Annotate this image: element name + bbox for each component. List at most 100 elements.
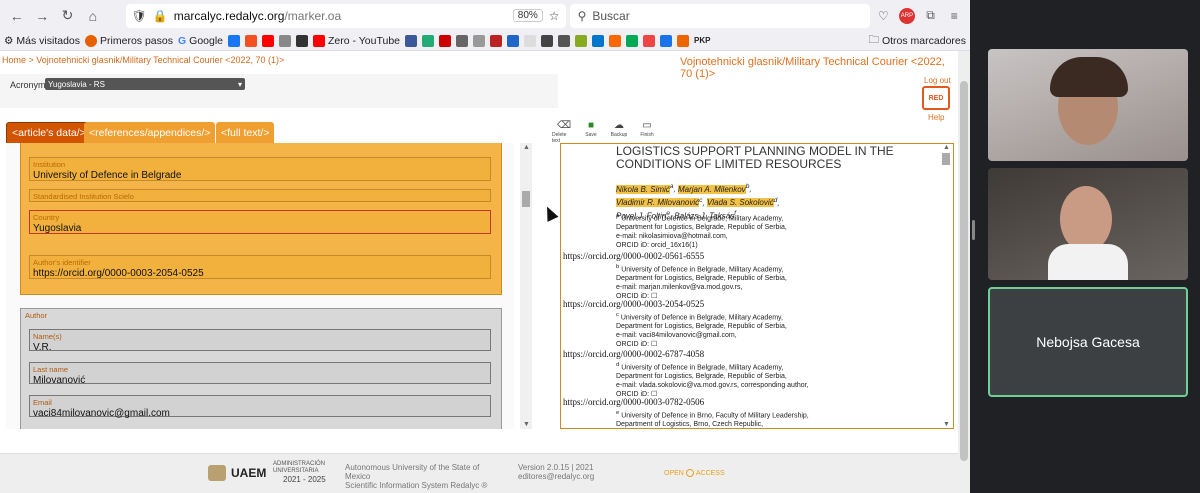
- globe-icon[interactable]: [456, 34, 469, 47]
- help-link[interactable]: Help: [928, 113, 944, 122]
- pocket-icon[interactable]: ♡: [874, 5, 894, 27]
- backup-button[interactable]: ☁ Backup: [608, 120, 630, 144]
- bookmark-icon[interactable]: [541, 34, 554, 47]
- bookmark-pkp[interactable]: PKP: [694, 36, 710, 45]
- version-info: Version 2.0.15 | 2021 editores@redalyc.or…: [518, 463, 595, 481]
- page-content: Home > Vojnotehnicki glasnik/Military Te…: [0, 51, 958, 493]
- bookmark-icon[interactable]: [473, 34, 486, 47]
- pdf-toolbar: ⌫ Delete text ■ Save ☁ Backup ▭ Finish: [552, 120, 658, 144]
- bookmark-zero-youtube[interactable]: Zero - YouTube: [313, 34, 400, 47]
- video-tile-participant-1[interactable]: [988, 49, 1188, 161]
- search-placeholder: Buscar: [592, 8, 630, 23]
- bookmark-icon[interactable]: [558, 34, 571, 47]
- open-access-icon: [685, 469, 694, 477]
- flag-icon[interactable]: [405, 34, 418, 47]
- acronym-select[interactable]: Yugoslavia - RS ▾: [45, 78, 245, 90]
- cloud-icon: ☁: [614, 120, 624, 131]
- reload-icon[interactable]: ↻: [57, 4, 78, 28]
- bookmark-icon[interactable]: [490, 34, 503, 47]
- university-name: Autonomous University of the State of Me…: [345, 463, 488, 490]
- tab-articles-data[interactable]: <article's data/>: [6, 122, 92, 144]
- youtube-icon[interactable]: [262, 34, 275, 47]
- participant-clothing: [1048, 244, 1128, 280]
- menu-icon[interactable]: ≡: [944, 5, 964, 27]
- author-lastname-field[interactable]: Last name Milovanović: [29, 362, 491, 386]
- country-field[interactable]: Country Yugoslavia: [29, 210, 491, 234]
- tab-full-text[interactable]: <full text/>: [216, 122, 275, 144]
- orcid-link[interactable]: https://orcid.org/0000-0003-2054-0525: [563, 299, 704, 309]
- back-icon[interactable]: ←: [6, 4, 27, 28]
- footer: UAEM ADMINISTRACIÓN UNIVERSITARIA 2021 - …: [0, 453, 958, 493]
- bookmark-google[interactable]: G Google: [178, 35, 223, 47]
- bookmark-icon[interactable]: [677, 34, 690, 47]
- forward-icon[interactable]: →: [31, 4, 52, 28]
- eraser-icon: ⌫: [557, 120, 572, 131]
- author-identifier-field[interactable]: Author's identifier https://orcid.org/000…: [29, 255, 491, 279]
- bookmark-primeros-pasos[interactable]: Primeros pasos: [85, 34, 173, 47]
- google-icon: G: [177, 34, 187, 47]
- star-icon[interactable]: ☆: [549, 9, 560, 23]
- acronym-bar: Acronym*: Yugoslavia - RS ▾: [0, 74, 558, 108]
- bookmark-icon[interactable]: [575, 34, 588, 47]
- shield-icon: 🛡: [131, 8, 147, 23]
- scroll-up-icon: ▲: [943, 144, 950, 151]
- institution-card: Institution University of Defence in Belg…: [20, 143, 502, 295]
- browser-window: ← → ↻ ⌂ 🛡 🔒 marcalyc.redalyc.org/marker.…: [0, 0, 970, 493]
- seal-icon: [208, 465, 226, 481]
- open-access-logo: OPEN ACCESS: [664, 469, 725, 477]
- form-scrollbar[interactable]: ▲ ▼: [520, 143, 532, 429]
- author-names-field[interactable]: Name(s) V.R.: [29, 329, 491, 353]
- scroll-down-icon: ▼: [523, 421, 530, 428]
- affiliation-e: e University of Defence in Brno, Faculty…: [616, 410, 809, 429]
- facebook-icon[interactable]: [228, 34, 241, 47]
- pdf-viewer[interactable]: LOGISTICS SUPPORT PLANNING MODEL IN THE …: [560, 143, 954, 429]
- flag-icon[interactable]: [439, 34, 452, 47]
- tab-references[interactable]: <references/appendices/>: [84, 122, 216, 144]
- chevron-down-icon: ▾: [237, 79, 242, 89]
- scroll-thumb[interactable]: [522, 191, 530, 207]
- author-email-field[interactable]: Email vaci84milovanovic@gmail.com: [29, 395, 491, 419]
- uaem-logo: UAEM: [208, 465, 266, 481]
- standardised-institution-field[interactable]: Standardised Institution Scielo: [29, 189, 491, 202]
- bookmark-icon[interactable]: [660, 34, 673, 47]
- bookmark-icon[interactable]: [507, 34, 520, 47]
- video-tile-participant-2[interactable]: [988, 168, 1188, 280]
- bookmark-icon[interactable]: [643, 34, 656, 47]
- save-button[interactable]: ■ Save: [580, 120, 602, 144]
- bookmark-icon[interactable]: [296, 34, 309, 47]
- profile-avatar[interactable]: ARP: [897, 5, 917, 27]
- bookmark-icon[interactable]: [626, 34, 639, 47]
- microsoft-icon[interactable]: [245, 34, 258, 47]
- panel-resize-handle[interactable]: [972, 220, 975, 240]
- orcid-link[interactable]: https://orcid.org/0000-0002-6787-4058: [563, 349, 704, 359]
- globe-icon[interactable]: [422, 34, 435, 47]
- page-scrollbar[interactable]: [958, 51, 970, 493]
- firefox-icon: [85, 34, 98, 47]
- bookmark-otros-marcadores[interactable]: 🗀 Otros marcadores: [868, 32, 966, 50]
- scroll-thumb[interactable]: [960, 81, 968, 461]
- bookmark-icon[interactable]: [279, 34, 292, 47]
- delete-text-button[interactable]: ⌫ Delete text: [552, 120, 574, 144]
- bookmark-icon[interactable]: [609, 34, 622, 47]
- scroll-thumb[interactable]: [942, 153, 950, 165]
- folder-icon: 🗀: [868, 33, 879, 46]
- bookmark-icon[interactable]: [524, 34, 537, 47]
- search-input[interactable]: ⚲ Buscar: [569, 3, 870, 28]
- video-tile-participant-3[interactable]: Nebojsa Gacesa: [988, 287, 1188, 397]
- pdf-scrollbar[interactable]: ▲ ▼: [940, 143, 952, 429]
- bookmark-mas-visitados[interactable]: ⚙ Más visitados: [4, 35, 80, 47]
- institution-field[interactable]: Institution University of Defence in Belg…: [29, 157, 491, 181]
- bookmark-icon[interactable]: [592, 34, 605, 47]
- finish-button[interactable]: ▭ Finish: [636, 120, 658, 144]
- mouse-cursor: [541, 204, 559, 222]
- home-icon[interactable]: ⌂: [82, 4, 103, 28]
- logout-link[interactable]: Log out: [924, 76, 951, 85]
- url-bar[interactable]: 🛡 🔒 marcalyc.redalyc.org/marker.oa 80% ☆: [125, 3, 566, 28]
- orcid-link[interactable]: https://orcid.org/0000-0003-0782-0506: [563, 397, 704, 407]
- zoom-level[interactable]: 80%: [512, 9, 543, 22]
- article-title: LOGISTICS SUPPORT PLANNING MODEL IN THE …: [616, 144, 894, 171]
- extensions-icon[interactable]: ⧉: [921, 5, 941, 27]
- orcid-link[interactable]: https://orcid.org/0000-0002-0561-6555: [563, 251, 704, 261]
- breadcrumb[interactable]: Home > Vojnotehnicki glasnik/Military Te…: [2, 55, 284, 65]
- lock-icon: 🔒: [152, 8, 168, 23]
